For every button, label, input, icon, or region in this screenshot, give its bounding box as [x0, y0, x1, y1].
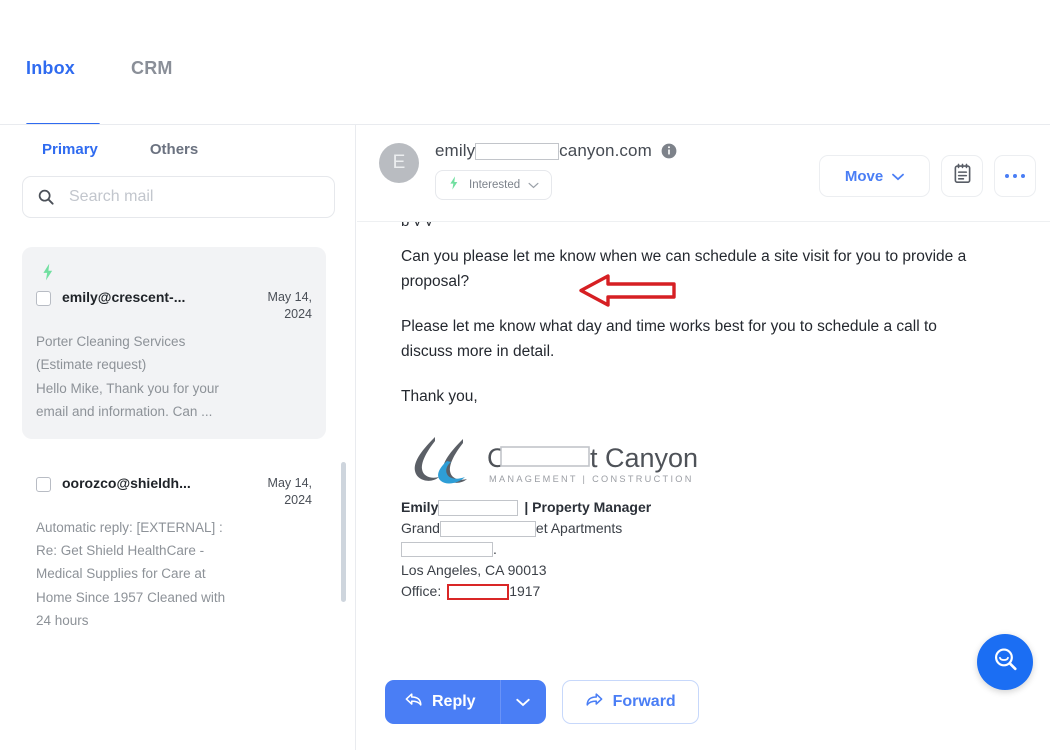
signature-logo: C t Canyon MANAGEMENT | CONSTRUCTION [401, 431, 1022, 489]
svg-text:t Canyon: t Canyon [590, 443, 698, 473]
signature-title: | Property Manager [524, 499, 652, 515]
list-item-date-line2: 2024 [284, 307, 312, 321]
status-badge[interactable]: Interested [435, 170, 553, 200]
list-item-date-line1: May 14, [267, 290, 312, 304]
list-item-sender: oorozco@shieldh... [62, 475, 191, 491]
move-button-label: Move [844, 167, 884, 185]
reply-button-label: Reply [432, 693, 476, 710]
list-item-snippet-line: email and information. Can ... [36, 404, 213, 419]
signature-office-suffix: 1917 [509, 583, 541, 599]
list-item-header: emily@crescent-... May 14, 2024 [36, 289, 312, 323]
signature-name-line: Emily | Property Manager [401, 497, 1022, 518]
list-item[interactable]: oorozco@shieldh... May 14, 2024 Automati… [22, 465, 326, 648]
list-item-subject: Porter Cleaning Services (Estimate reque… [36, 330, 312, 376]
list-item-subject-line: Re: Get Shield HealthCare - [36, 543, 205, 558]
list-item-snippet-line: 24 hours [36, 613, 89, 628]
ellipsis-icon [1004, 173, 1026, 179]
redaction-box [438, 499, 519, 516]
reply-options-button[interactable] [499, 680, 546, 724]
list-item-date-line2: 2024 [284, 493, 312, 507]
list-item-date: May 14, 2024 [260, 289, 312, 323]
list-item-snippet: Hello Mike, Thank you for your email and… [36, 377, 312, 423]
redaction-box [439, 520, 536, 537]
email-header-actions: Move [819, 155, 1036, 197]
redaction-box [401, 542, 493, 557]
forward-button[interactable]: Forward [561, 680, 699, 724]
email-action-bar: Reply Forward [357, 654, 1050, 750]
bolt-icon [38, 261, 312, 283]
chevron-down-icon [528, 176, 539, 194]
list-item-subject-line: Medical Supplies for Care at [36, 566, 206, 581]
list-item[interactable]: emily@crescent-... May 14, 2024 Porter C… [22, 247, 326, 439]
floating-search-button[interactable] [977, 634, 1033, 690]
signature-city-line: Los Angeles, CA 90013 [401, 562, 547, 578]
tab-others[interactable]: Others [150, 141, 198, 158]
tab-inbox[interactable]: Inbox [26, 56, 89, 80]
signature-name-prefix: Emily [401, 499, 439, 515]
list-item-snippet: Home Since 1957 Cleaned with 24 hours [36, 586, 312, 632]
search-input[interactable] [67, 187, 320, 207]
redaction-box [475, 142, 560, 160]
list-item-subject-line: Porter Cleaning Services [36, 334, 186, 349]
email-reading-pane: E emily canyon.com Interested Move Can y… [357, 125, 1050, 750]
list-item-header: oorozco@shieldh... May 14, 2024 [36, 475, 312, 509]
list-item-subject-line: Automatic reply: [EXTERNAL] : [36, 520, 223, 535]
list-item-subject-line: (Estimate request) [36, 357, 147, 372]
search-bar[interactable] [22, 176, 335, 218]
list-item-checkbox[interactable] [36, 291, 51, 306]
list-item-subject: Automatic reply: [EXTERNAL] : Re: Get Sh… [36, 516, 312, 585]
email-body: p y y Can you please let me know when we… [357, 222, 1050, 654]
avatar: E [379, 143, 419, 183]
status-badge-label: Interested [469, 179, 521, 191]
tab-primary[interactable]: Primary [42, 141, 98, 158]
mail-list-scrollbar-thumb[interactable] [341, 462, 346, 602]
signature-address-suffix: . [493, 541, 497, 557]
bolt-icon [446, 174, 462, 197]
email-paragraph: Please let me know what day and time wor… [401, 318, 937, 360]
mail-list: emily@crescent-... May 14, 2024 Porter C… [0, 247, 356, 750]
list-item-date: May 14, 2024 [260, 475, 312, 509]
reply-button[interactable]: Reply [385, 680, 500, 724]
tab-crm[interactable]: CRM [131, 56, 187, 80]
email-header: E emily canyon.com Interested Move [357, 125, 1050, 205]
clipped-text-line: p y y [401, 222, 1022, 226]
email-client-window: Inbox CRM Primary Others Search mail emi… [0, 0, 1050, 750]
signature-address-line: . [401, 539, 1022, 560]
signature-company-suffix: et Apartments [535, 520, 623, 536]
notepad-icon [953, 163, 972, 189]
info-icon[interactable] [661, 143, 677, 159]
email-paragraph: Can you please let me know when we can s… [401, 248, 967, 290]
move-button[interactable]: Move [819, 155, 930, 197]
signature-company-line: Grand et Apartments [401, 518, 1022, 539]
reply-arrow-icon [405, 692, 423, 712]
search-icon [991, 645, 1020, 679]
mail-list-panel: Primary Others Search mail emily@crescen… [0, 125, 356, 750]
mailbox-filter-tabs: Primary Others [0, 125, 355, 164]
signature-office-line: Office: 1917 [401, 581, 1022, 602]
sender-address-prefix: emily [435, 141, 476, 160]
signature-company-prefix: Grand [401, 520, 440, 536]
list-item-checkbox[interactable] [36, 477, 51, 492]
sender-block: emily canyon.com Interested [435, 141, 819, 200]
list-item-sender: emily@crescent-... [62, 289, 186, 305]
more-options-button[interactable] [994, 155, 1036, 197]
forward-button-label: Forward [612, 693, 676, 710]
forward-arrow-icon [585, 692, 603, 712]
list-item-snippet-line: Hello Mike, Thank you for your [36, 381, 219, 396]
primary-navigation-tabs: Inbox CRM [0, 56, 1050, 124]
signature-office-label: Office: [401, 583, 442, 599]
email-paragraph: Thank you, [401, 388, 478, 405]
chevron-down-icon [892, 168, 905, 185]
redaction-box-highlighted [447, 583, 510, 600]
sender-address: emily canyon.com [435, 141, 819, 161]
reply-button-group: Reply [385, 680, 546, 724]
chevron-down-icon [516, 695, 530, 710]
list-item-date-line1: May 14, [267, 476, 312, 490]
list-item-snippet-line: Home Since 1957 Cleaned with [36, 590, 226, 605]
svg-text:MANAGEMENT | CONSTRUCTION: MANAGEMENT | CONSTRUCTION [489, 474, 694, 484]
signature-block: Emily | Property Manager Grand et Apartm… [401, 497, 1022, 602]
notes-button[interactable] [941, 155, 983, 197]
sender-address-suffix: canyon.com [559, 141, 652, 160]
search-icon [37, 188, 55, 206]
